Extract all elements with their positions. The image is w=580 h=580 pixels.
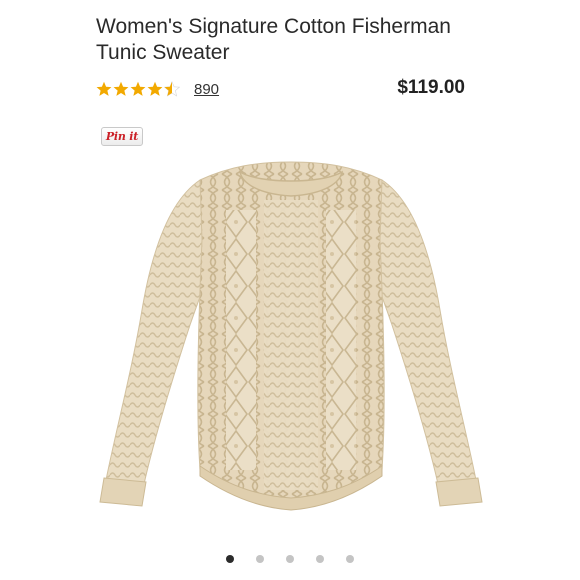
star-full-icon (113, 81, 129, 96)
carousel-dot[interactable] (256, 555, 264, 563)
product-title: Women's Signature Cotton Fisherman Tunic… (96, 15, 451, 64)
product-image[interactable] (80, 110, 500, 530)
star-full-icon (147, 81, 163, 96)
carousel-dot[interactable] (346, 555, 354, 563)
star-full-icon (130, 81, 146, 96)
pin-it-label: Pin it (105, 130, 139, 143)
rating-row: 890 (96, 78, 219, 100)
star-rating (96, 81, 180, 97)
review-count-link[interactable]: 890 (194, 81, 219, 98)
carousel-pagination (0, 555, 580, 563)
star-half-icon (164, 81, 180, 97)
star-full-icon (96, 81, 112, 96)
pin-it-button[interactable]: Pin it (101, 127, 143, 146)
carousel-dot[interactable] (316, 555, 324, 563)
carousel-dot[interactable] (286, 555, 294, 563)
carousel-dot-active[interactable] (226, 555, 234, 563)
product-price: $119.00 (397, 77, 465, 98)
